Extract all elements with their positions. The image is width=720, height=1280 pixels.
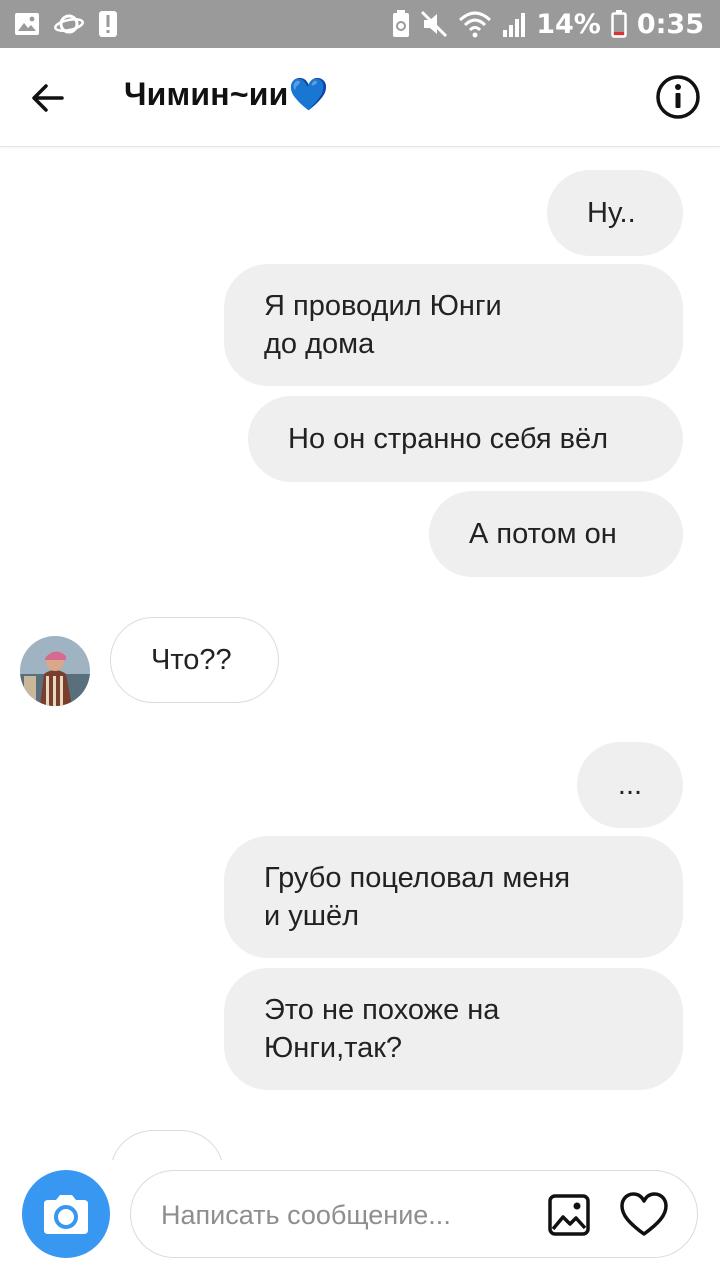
status-left-icons bbox=[14, 10, 118, 38]
message-bubble-incoming[interactable]: Что?? bbox=[110, 617, 279, 703]
mute-icon bbox=[421, 10, 448, 38]
avatar[interactable] bbox=[20, 636, 90, 706]
message-text: Ну.. bbox=[587, 197, 636, 229]
message-text: Но он странно себя вёл bbox=[288, 423, 609, 455]
message-input[interactable] bbox=[159, 1191, 543, 1239]
message-bubble[interactable]: Ну.. bbox=[547, 170, 683, 256]
gallery-icon[interactable] bbox=[547, 1193, 591, 1237]
message-composer bbox=[0, 1160, 720, 1280]
message-text: Грубо поцеловал меня и ушёл bbox=[264, 862, 571, 932]
planet-icon bbox=[54, 14, 84, 34]
message-bubble[interactable]: Но он странно себя вёл bbox=[248, 396, 683, 482]
message-text: ... bbox=[617, 769, 643, 801]
message-list[interactable]: Ну.. Я проводил Юнги до дома Но он стран… bbox=[0, 146, 720, 1160]
message-input-box bbox=[130, 1170, 698, 1258]
heart-icon[interactable] bbox=[619, 1191, 669, 1239]
camera-button[interactable] bbox=[22, 1170, 110, 1258]
message-bubble[interactable]: Я проводил Юнги до дома bbox=[224, 264, 683, 386]
message-bubble-incoming-partial[interactable] bbox=[110, 1130, 224, 1160]
message-bubble[interactable]: Грубо поцеловал меня и ушёл bbox=[224, 836, 683, 958]
arrow-left-icon[interactable] bbox=[28, 78, 68, 118]
signal-icon bbox=[503, 13, 526, 37]
status-right-icons: 14% 0:35 bbox=[392, 8, 704, 40]
message-text: Я проводил Юнги до дома bbox=[264, 290, 502, 360]
message-text: Что?? bbox=[151, 644, 232, 676]
chat-title[interactable]: Чимин~ии💙 bbox=[124, 75, 329, 113]
camera-icon bbox=[44, 1195, 88, 1234]
chat-header: Чимин~ии💙 bbox=[0, 48, 720, 147]
wifi-icon bbox=[459, 11, 492, 38]
battery-icon bbox=[611, 10, 627, 38]
avatar-photo bbox=[20, 636, 90, 706]
info-icon[interactable] bbox=[654, 73, 702, 121]
message-bubble[interactable]: А потом он bbox=[429, 491, 683, 577]
message-text: Это не похоже на Юнги,так? bbox=[264, 994, 500, 1064]
message-bubble[interactable]: Это не похоже на Юнги,так? bbox=[224, 968, 683, 1090]
message-bubble[interactable]: ... bbox=[577, 742, 683, 828]
image-icon bbox=[15, 13, 39, 35]
battery-saver-icon bbox=[393, 10, 410, 37]
battery-percent: 14% bbox=[536, 8, 601, 40]
message-text: А потом он bbox=[469, 518, 617, 550]
alert-icon bbox=[99, 11, 117, 37]
clock: 0:35 bbox=[636, 8, 704, 40]
status-bar: 14% 0:35 bbox=[0, 0, 720, 48]
